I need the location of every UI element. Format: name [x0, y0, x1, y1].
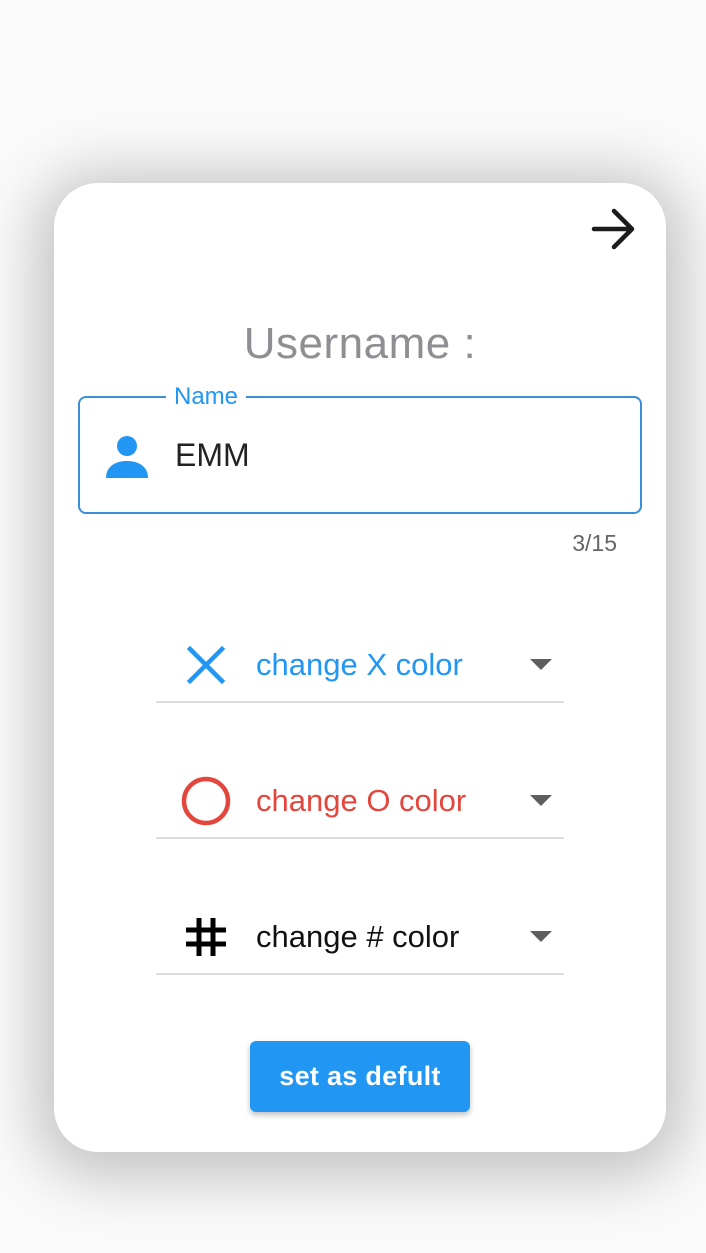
- o-color-dropdown[interactable]: change O color: [156, 761, 564, 839]
- chevron-down-icon: [530, 659, 552, 670]
- chevron-down-icon: [530, 931, 552, 942]
- set-default-button[interactable]: set as defult: [250, 1041, 470, 1112]
- x-color-label: change X color: [256, 647, 463, 682]
- o-color-label: change O color: [256, 783, 467, 818]
- hash-color-dropdown[interactable]: change # color: [156, 897, 564, 975]
- username-field[interactable]: Name: [78, 383, 642, 514]
- chevron-down-icon: [530, 795, 552, 806]
- field-label: Name: [166, 383, 247, 411]
- person-icon: [106, 436, 148, 478]
- screen: Username : Name 3/15 change X color: [0, 0, 706, 1253]
- page-title: Username :: [243, 319, 477, 368]
- x-icon: [180, 639, 232, 691]
- hash-icon: [180, 911, 232, 963]
- next-button[interactable]: [590, 205, 638, 253]
- x-color-dropdown[interactable]: change X color: [156, 625, 564, 703]
- character-counter: 3/15: [572, 530, 617, 556]
- hash-color-label: change # color: [256, 919, 460, 954]
- settings-card: Username : Name 3/15 change X color: [54, 183, 666, 1152]
- username-input[interactable]: [175, 435, 615, 475]
- arrow-right-icon: [591, 208, 635, 250]
- circle-icon: [180, 775, 232, 827]
